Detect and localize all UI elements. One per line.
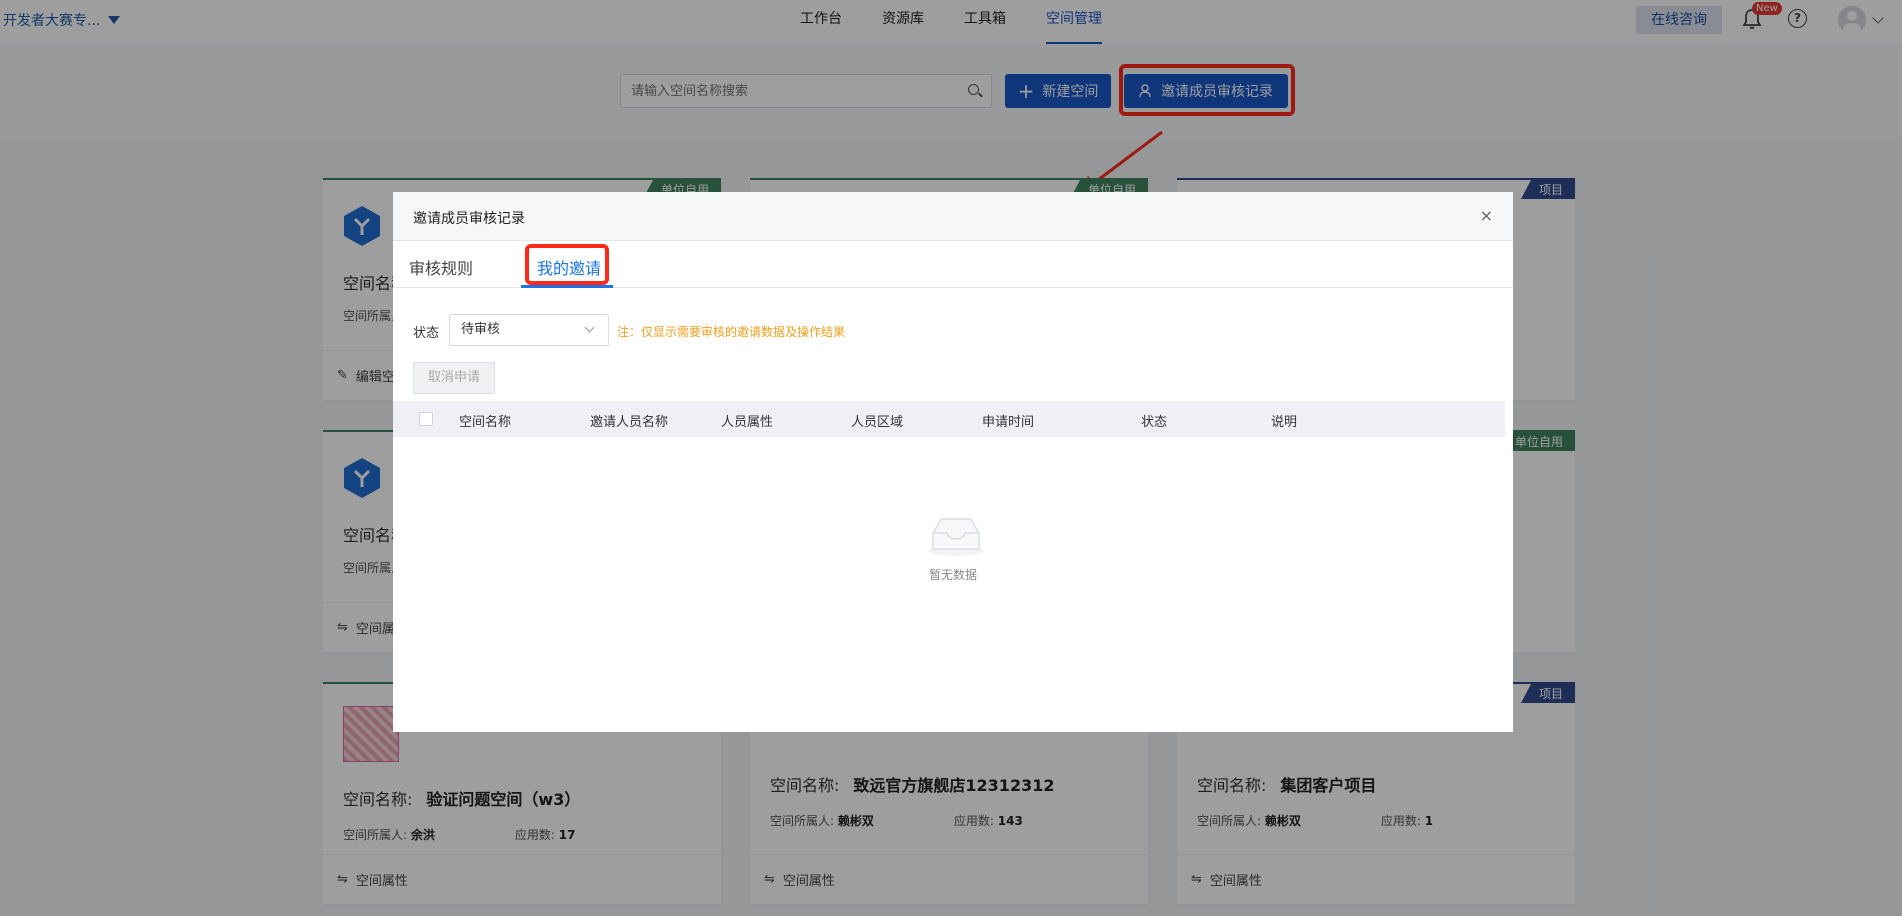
empty-inbox-icon: [928, 518, 984, 556]
highlight-box: [525, 244, 609, 285]
column-header[interactable]: 邀请人员名称: [590, 411, 668, 430]
close-icon[interactable]: ×: [1480, 206, 1493, 225]
status-select[interactable]: 待审核: [449, 314, 609, 346]
column-header[interactable]: 人员属性: [721, 411, 773, 430]
status-filter-label: 状态: [413, 326, 440, 341]
column-header[interactable]: 说明: [1271, 411, 1297, 430]
column-header[interactable]: 申请时间: [982, 411, 1034, 430]
select-all-checkbox[interactable]: [419, 412, 433, 426]
tab-review-rules[interactable]: 审核规则: [409, 255, 473, 279]
filter-note: 注：仅显示需要审核的邀请数据及操作结果: [617, 325, 846, 339]
cancel-application-button[interactable]: 取消申请: [413, 362, 495, 394]
dialog-header: 邀请成员审核记录 ×: [393, 192, 1513, 241]
dialog-title: 邀请成员审核记录: [413, 211, 525, 227]
column-header[interactable]: 状态: [1141, 411, 1167, 430]
column-header[interactable]: 人员区域: [851, 411, 903, 430]
table-header: 空间名称 邀请人员名称 人员属性 人员区域 申请时间 状态 说明: [393, 401, 1505, 437]
dialog-tabs: 审核规则 我的邀请: [393, 241, 1513, 288]
active-tab-indicator: [521, 285, 613, 288]
invite-records-dialog: 邀请成员审核记录 × 审核规则 我的邀请 状态 待审核 注：仅显示需要审核的邀请…: [393, 192, 1513, 732]
column-header[interactable]: 空间名称: [459, 411, 511, 430]
empty-state-text: 暂无数据: [929, 568, 978, 582]
